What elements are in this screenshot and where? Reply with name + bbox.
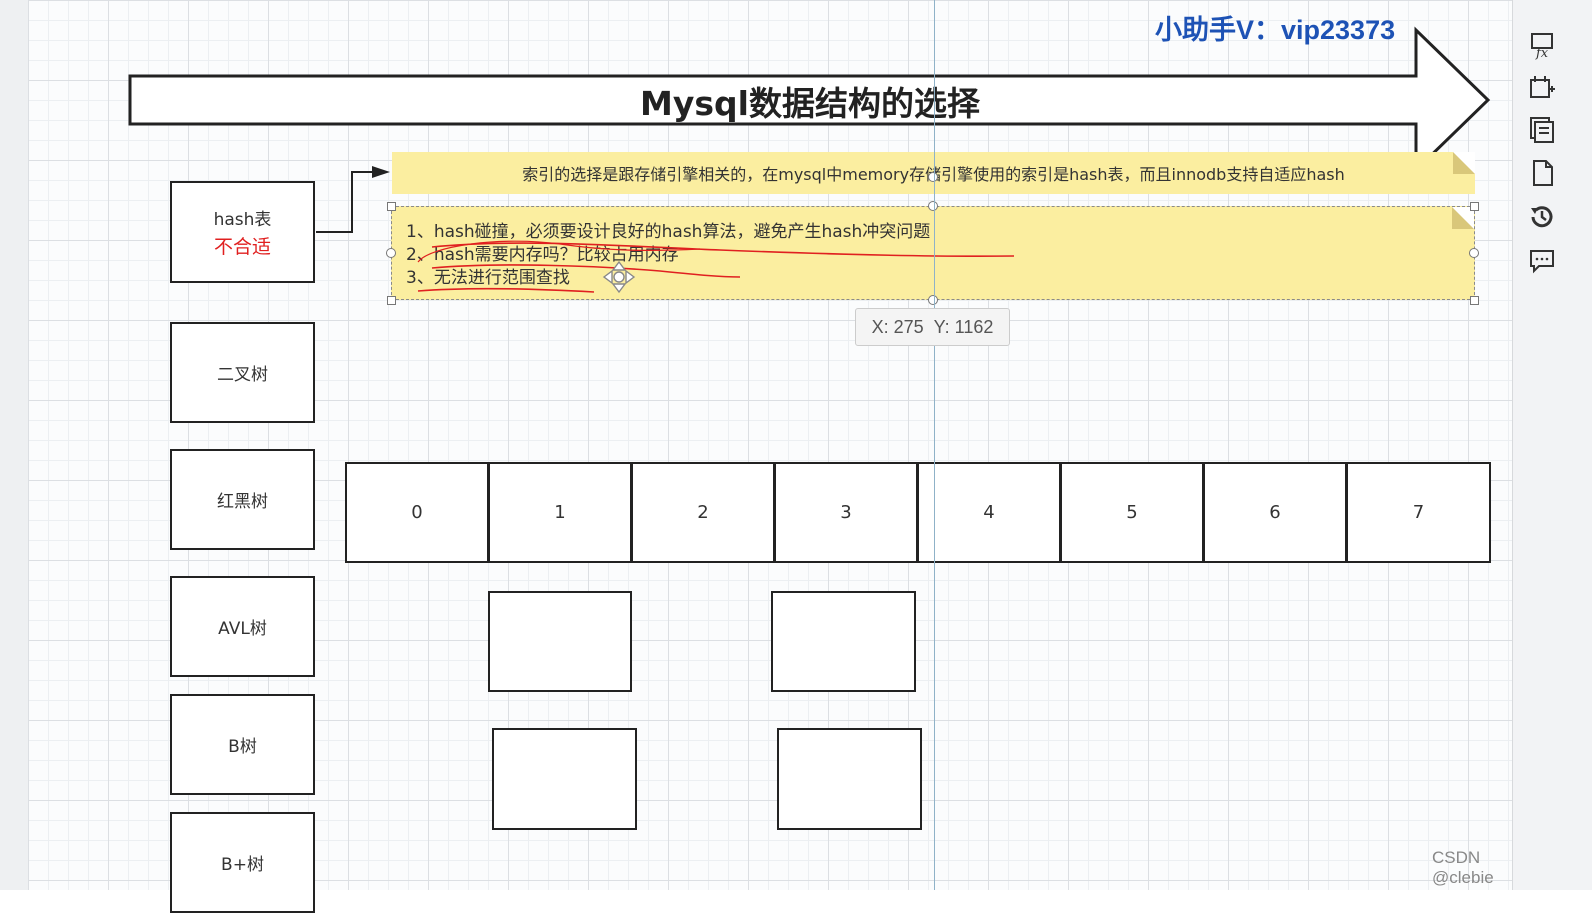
- array-cell[interactable]: 1: [488, 462, 632, 563]
- function-icon[interactable]: fx: [1527, 30, 1557, 60]
- red-annotations: [417, 240, 1015, 294]
- array-cell[interactable]: 5: [1060, 462, 1204, 563]
- calendar-add-icon[interactable]: [1527, 72, 1557, 102]
- watermark: CSDN @clebie: [1432, 848, 1494, 887]
- copy-pages-icon[interactable]: [1527, 114, 1557, 144]
- history-icon[interactable]: [1527, 202, 1557, 232]
- array-cell[interactable]: 2: [631, 462, 775, 563]
- alignment-guide: [934, 0, 935, 890]
- array-cell[interactable]: 3: [774, 462, 918, 563]
- bucket-node[interactable]: [771, 591, 916, 692]
- right-toolbar: fx: [1512, 0, 1592, 890]
- array-cell[interactable]: 6: [1203, 462, 1347, 563]
- coord-x: X: 275: [871, 316, 924, 337]
- comment-icon[interactable]: [1527, 246, 1557, 276]
- array-cell[interactable]: 7: [1346, 462, 1491, 563]
- diagram-canvas[interactable]: Mysql数据结构的选择 小助手V：vip23373 hash表 不合适 二叉树…: [0, 0, 1512, 913]
- coord-y: Y: 1162: [933, 316, 994, 337]
- svg-text:fx: fx: [1535, 46, 1549, 60]
- bucket-node[interactable]: [777, 728, 922, 830]
- coordinate-tooltip: X: 275 Y: 1162: [855, 308, 1010, 346]
- bucket-node[interactable]: [488, 591, 632, 692]
- bucket-node[interactable]: [492, 728, 637, 830]
- page-icon[interactable]: [1527, 158, 1557, 188]
- array-cell[interactable]: 0: [345, 462, 489, 563]
- array-cell[interactable]: 4: [917, 462, 1061, 563]
